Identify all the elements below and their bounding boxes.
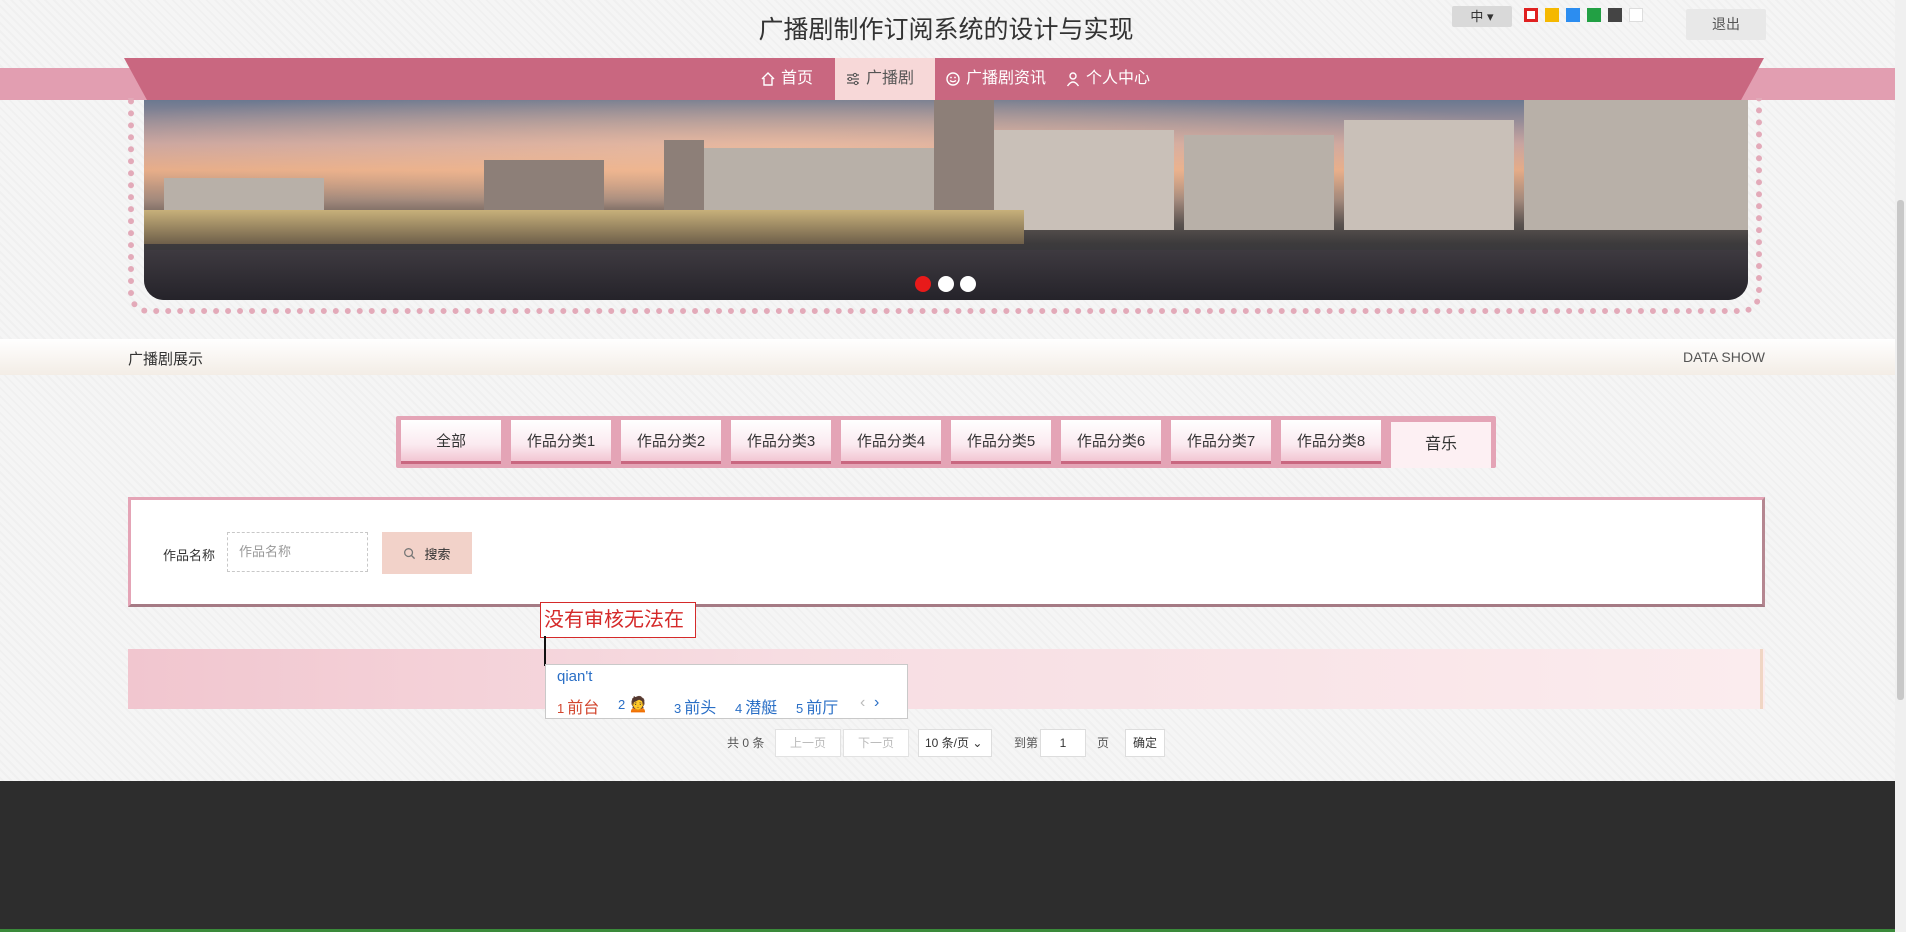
page-number-input[interactable]: 1: [1040, 729, 1086, 757]
nav-item-label: 个人中心: [1086, 70, 1151, 87]
content-list-edge: [1760, 649, 1763, 709]
nav-item-radio-drama[interactable]: 广播剧: [835, 58, 935, 100]
ime-prev-page-icon[interactable]: ‹: [860, 694, 865, 712]
page-size-select[interactable]: 10 条/页 ⌄: [918, 729, 992, 757]
tab-category-3[interactable]: 作品分类3: [731, 420, 831, 464]
ime-next-page-icon[interactable]: ›: [874, 694, 879, 712]
ime-candidate-1[interactable]: 1 前台: [557, 694, 599, 718]
tab-all[interactable]: 全部: [401, 420, 501, 464]
smile-icon: [946, 72, 960, 86]
tab-category-2[interactable]: 作品分类2: [621, 420, 721, 464]
text-cursor: [544, 636, 546, 666]
nav-item-home[interactable]: 首页: [750, 58, 823, 100]
ime-candidate-2[interactable]: 2 🙍: [618, 694, 648, 714]
carousel-dot-2[interactable]: [938, 276, 954, 292]
logout-button[interactable]: 退出: [1686, 9, 1766, 40]
section-title: 广播剧展示: [128, 351, 204, 368]
banner-water: [144, 250, 1748, 300]
banner-bridge: [144, 210, 1024, 244]
section-header-bar: [0, 339, 1895, 375]
banner-building: [1184, 135, 1334, 230]
scrollbar-thumb[interactable]: [1897, 200, 1904, 700]
home-icon: [761, 72, 775, 86]
nav-item-label: 广播剧资讯: [966, 70, 1047, 87]
search-input[interactable]: 作品名称: [227, 532, 368, 572]
ime-candidate-4[interactable]: 4 潜艇: [735, 694, 777, 718]
ime-composition-text: qian't: [557, 668, 593, 685]
search-button-label: 搜索: [424, 546, 451, 562]
theme-swatch-blue[interactable]: [1566, 8, 1580, 22]
sliders-icon: [847, 72, 859, 86]
search-icon: [404, 547, 416, 559]
banner-building: [1344, 120, 1514, 230]
banner-carousel-image[interactable]: [144, 100, 1748, 300]
tab-category-5[interactable]: 作品分类5: [951, 420, 1051, 464]
nav-item-profile[interactable]: 个人中心: [1055, 58, 1160, 100]
pagination-next-button[interactable]: 下一页: [843, 729, 909, 757]
tab-category-8[interactable]: 作品分类8: [1281, 420, 1381, 464]
section-subtitle: DATA SHOW: [1683, 349, 1765, 365]
tab-music[interactable]: 音乐: [1391, 422, 1491, 468]
page-footer: [0, 781, 1895, 932]
content-list-area: [128, 649, 1765, 709]
tab-category-1[interactable]: 作品分类1: [511, 420, 611, 464]
nav-item-label: 首页: [781, 70, 814, 87]
pagination-total: 共 0 条: [727, 736, 765, 750]
language-switch-button[interactable]: 中 ▾: [1452, 6, 1512, 27]
theme-swatch-dark[interactable]: [1608, 8, 1622, 22]
tab-category-6[interactable]: 作品分类6: [1061, 420, 1161, 464]
theme-swatch-green[interactable]: [1587, 8, 1601, 22]
pagination-confirm-button[interactable]: 确定: [1125, 729, 1165, 757]
search-button[interactable]: 搜索: [382, 532, 472, 574]
carousel-dot-3[interactable]: [960, 276, 976, 292]
carousel-dot-1[interactable]: [915, 276, 931, 292]
banner-building: [1524, 100, 1748, 230]
user-icon: [1066, 72, 1080, 87]
banner-building: [484, 160, 604, 215]
nav-item-news[interactable]: 广播剧资讯: [935, 58, 1056, 100]
pagination-page-unit: 页: [1097, 736, 1110, 750]
pagination-goto-label: 到第: [1014, 736, 1039, 750]
ime-candidate-5[interactable]: 5 前厅: [796, 694, 838, 718]
banner-building: [704, 148, 964, 218]
pagination-prev-button[interactable]: 上一页: [775, 729, 841, 757]
theme-swatch-red[interactable]: [1524, 8, 1538, 22]
theme-swatch-yellow[interactable]: [1545, 8, 1559, 22]
theme-swatch-white[interactable]: [1629, 8, 1643, 22]
error-tooltip: 没有审核无法在: [540, 602, 696, 638]
search-label: 作品名称: [163, 548, 216, 563]
banner-tower: [664, 140, 704, 215]
nav-item-label: 广播剧: [866, 70, 915, 87]
ime-candidate-popup: [545, 664, 908, 719]
ime-candidate-3[interactable]: 3 前头: [674, 694, 716, 718]
search-panel: [128, 497, 1765, 607]
tab-category-7[interactable]: 作品分类7: [1171, 420, 1271, 464]
tab-category-4[interactable]: 作品分类4: [841, 420, 941, 464]
